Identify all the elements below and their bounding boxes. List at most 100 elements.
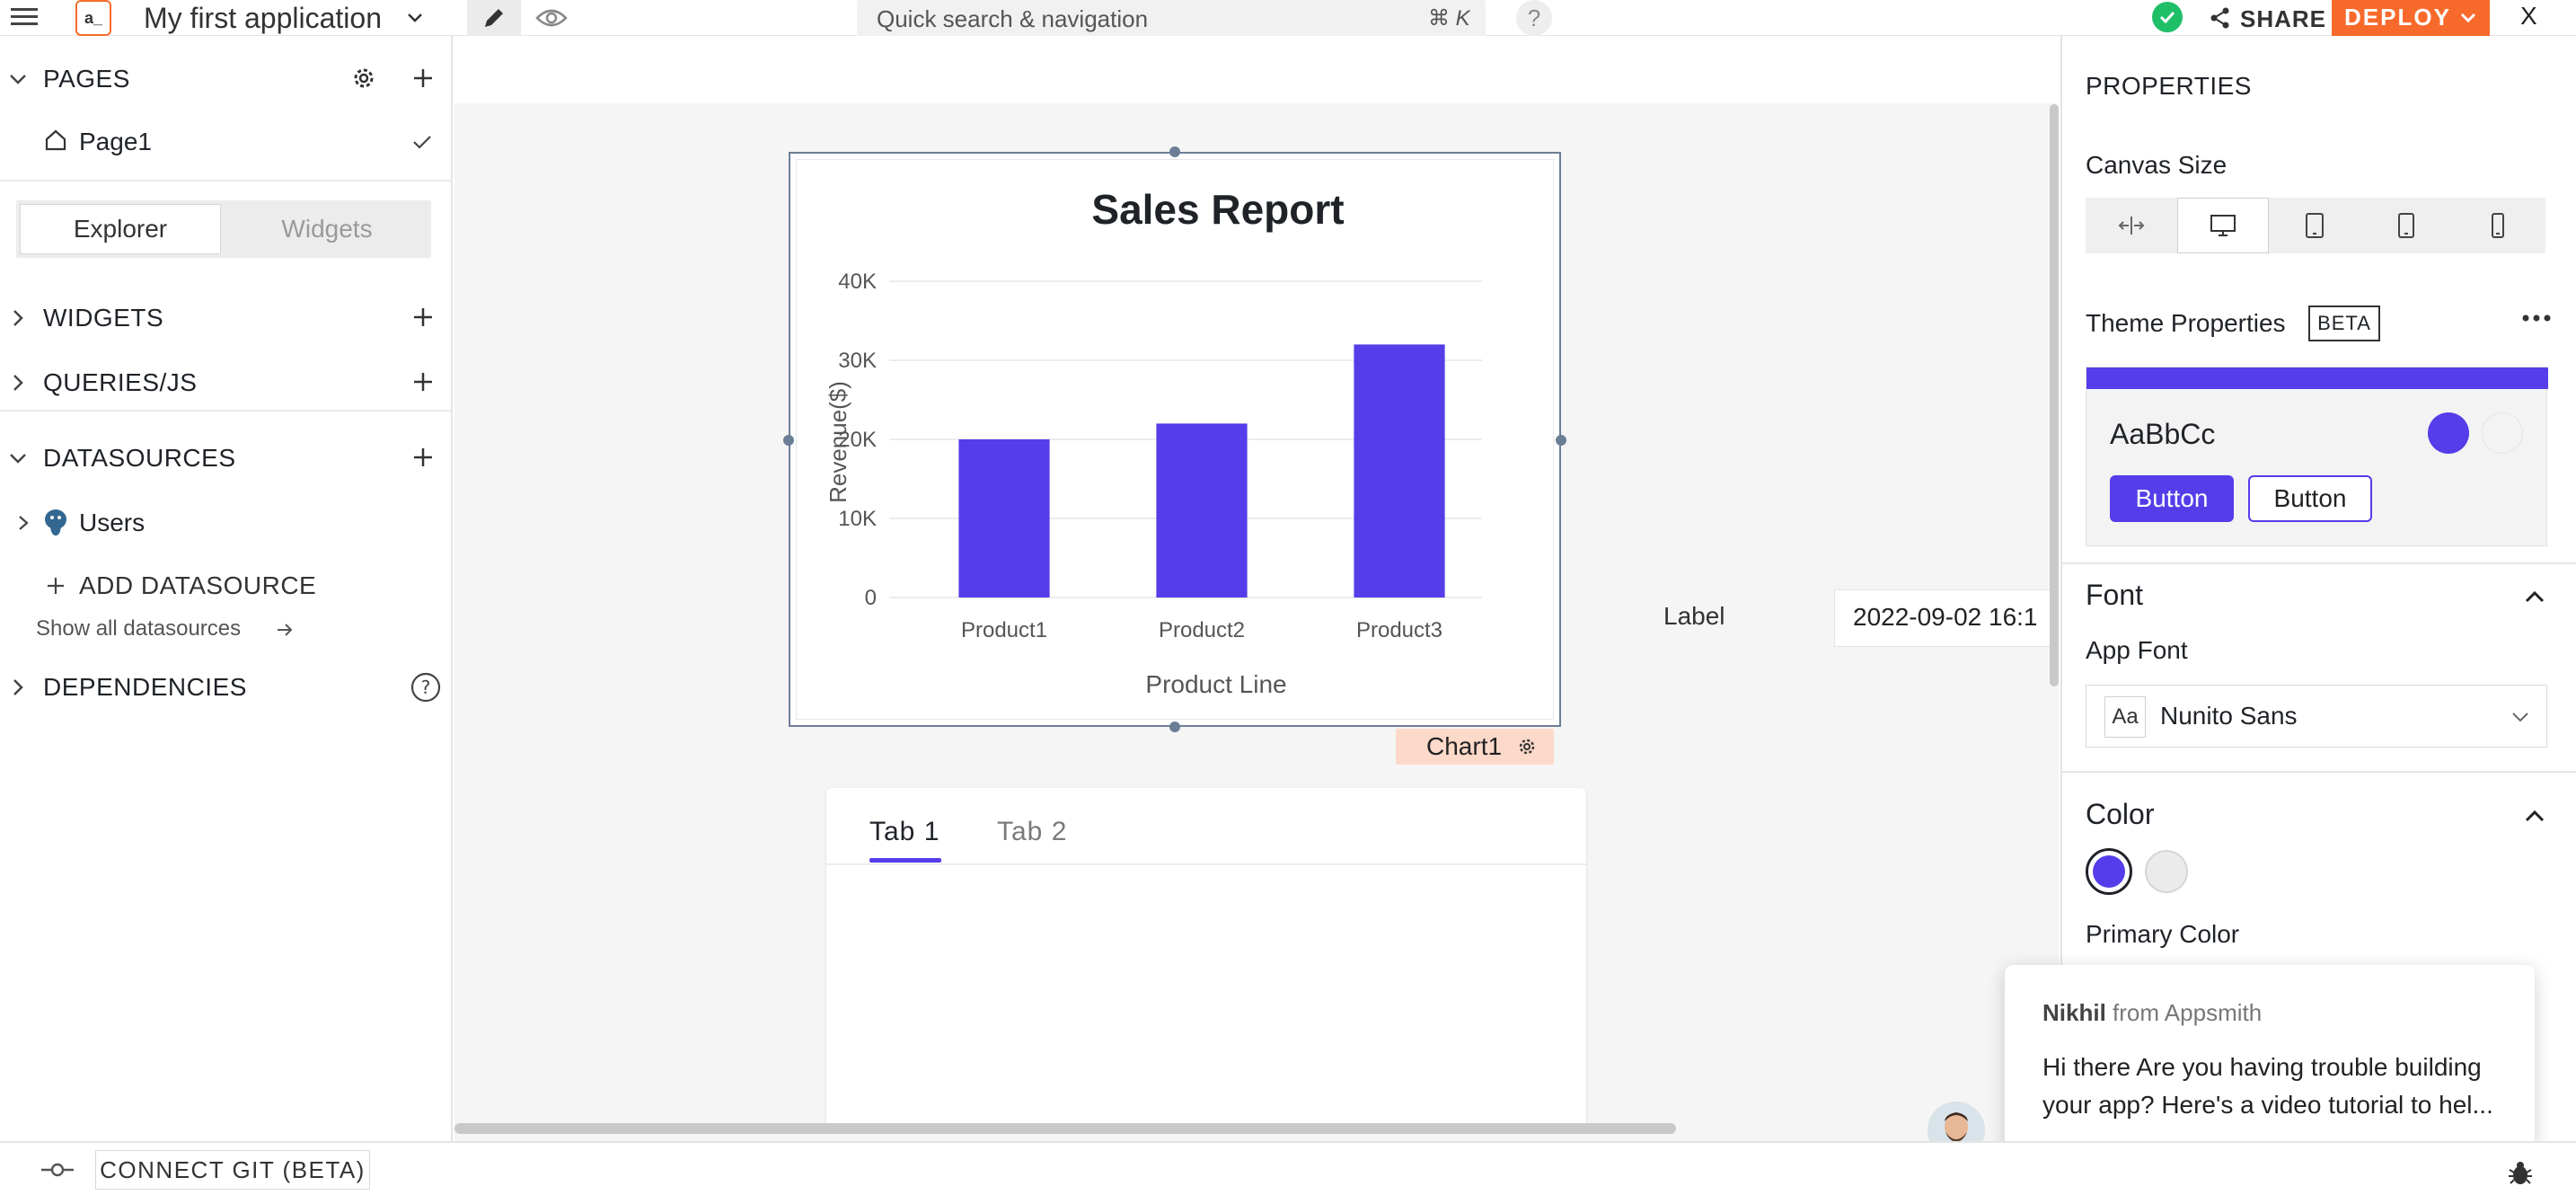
background-color-swatch[interactable]: [2145, 850, 2188, 893]
pages-section-header[interactable]: PAGES: [0, 52, 449, 106]
chat-sender: Nikhil from Appsmith: [2042, 999, 2262, 1027]
explorer-widgets-toggle: Explorer Widgets: [16, 200, 431, 258]
appsmith-logo[interactable]: a_: [75, 0, 111, 36]
explorer-sidebar: PAGES Page1 Explorer Widgets WIDGETS QUE…: [0, 36, 453, 1141]
app-font-select[interactable]: Aa Nunito Sans: [2086, 685, 2547, 748]
tab-widgets[interactable]: Widgets: [226, 204, 428, 254]
chevron-right-icon[interactable]: [14, 514, 32, 532]
chart-bar: [1156, 423, 1248, 598]
arrow-right-icon: [278, 624, 293, 636]
chevron-down-icon[interactable]: [7, 447, 29, 469]
tab-1[interactable]: Tab 1: [869, 817, 940, 847]
canvas-size-desktop[interactable]: [2177, 198, 2269, 253]
pencil-icon: [485, 9, 503, 27]
add-datasource-icon[interactable]: [410, 444, 437, 471]
bug-icon[interactable]: [2506, 1159, 2535, 1188]
chevron-down-icon[interactable]: [2509, 705, 2532, 729]
theme-color-band: [2086, 367, 2548, 389]
queries-section-header[interactable]: QUERIES/JS: [0, 356, 449, 410]
chart-x-tick-label: Product3: [1356, 618, 1442, 642]
resize-handle-top[interactable]: [1169, 146, 1180, 157]
chart-y-tick-label: 40K: [838, 270, 877, 294]
share-button[interactable]: SHARE: [2240, 5, 2326, 33]
tab-explorer[interactable]: Explorer: [20, 204, 221, 254]
chevron-down-icon[interactable]: [2457, 7, 2479, 29]
resize-handle-bottom[interactable]: [1169, 721, 1180, 732]
datepicker-input[interactable]: 2022-09-02 16:1: [1834, 589, 2059, 647]
hamburger-menu-icon[interactable]: [9, 2, 40, 32]
chart-x-tick-label: Product1: [961, 618, 1047, 642]
share-icon[interactable]: [2208, 5, 2233, 31]
tablet-icon: [2306, 213, 2324, 238]
divider: [2062, 562, 2576, 564]
canvas-size-fluid[interactable]: [2086, 198, 2177, 253]
search-placeholder: Quick search & navigation: [877, 5, 1149, 32]
vertical-scrollbar[interactable]: [2050, 104, 2059, 686]
app-font-value: Nunito Sans: [2160, 702, 2298, 730]
chevron-right-icon[interactable]: [7, 677, 29, 698]
postgres-icon: [45, 509, 66, 536]
widget-name-tag[interactable]: Chart1: [1396, 729, 1554, 765]
more-options-icon[interactable]: [2520, 309, 2553, 327]
search-shortcut: ⌘ K: [1428, 6, 1470, 31]
font-section-title[interactable]: Font: [2086, 579, 2143, 612]
resize-handle-left[interactable]: [783, 435, 794, 446]
chevron-right-icon[interactable]: [7, 372, 29, 394]
widget-name-label: Chart1: [1426, 732, 1503, 760]
help-button[interactable]: ?: [1516, 0, 1552, 36]
primary-color-swatch[interactable]: [2086, 848, 2132, 895]
page-item-page1[interactable]: Page1: [0, 115, 449, 169]
properties-title: PROPERTIES: [2086, 72, 2252, 100]
chat-message-popup[interactable]: Nikhil from Appsmith Hi there Are you ha…: [2005, 965, 2535, 1157]
tabs-widget[interactable]: Tab 1 Tab 2: [826, 788, 1586, 1129]
datasource-label: Users: [79, 509, 146, 536]
theme-background-swatch: [2482, 412, 2523, 454]
chevron-up-icon[interactable]: [2522, 584, 2547, 609]
widgets-section-header[interactable]: WIDGETS: [0, 291, 449, 345]
primary-color-fill: [2093, 855, 2125, 888]
divider: [2062, 771, 2576, 773]
canvas-size-tablet-landscape[interactable]: [2269, 198, 2360, 253]
datasources-title: DATASOURCES: [43, 444, 236, 472]
add-query-icon[interactable]: [410, 368, 437, 395]
gear-icon[interactable]: [350, 65, 377, 92]
horizontal-scrollbar[interactable]: [454, 1123, 1676, 1134]
chart-title: Sales Report: [1091, 186, 1344, 233]
dependencies-section-header[interactable]: DEPENDENCIES ?: [0, 660, 449, 714]
chevron-up-icon[interactable]: [2522, 803, 2547, 828]
theme-preview-text: AaBbCc: [2110, 418, 2216, 450]
deploy-button[interactable]: DEPLOY: [2332, 0, 2490, 36]
connect-git-button[interactable]: CONNECT GIT (BETA): [95, 1150, 370, 1190]
datasource-item-users[interactable]: Users: [0, 496, 449, 550]
chevron-down-icon[interactable]: [7, 68, 29, 90]
color-section-title[interactable]: Color: [2086, 798, 2154, 831]
theme-preview-secondary-button: Button: [2248, 475, 2372, 522]
add-page-icon[interactable]: [410, 65, 437, 92]
chat-sender-name: Nikhil: [2042, 999, 2106, 1026]
help-circle-icon[interactable]: ?: [410, 671, 442, 704]
canvas-size-mobile[interactable]: [2452, 198, 2544, 253]
app-name[interactable]: My first application: [144, 2, 382, 35]
datepicker-value: 2022-09-02 16:1: [1853, 603, 2038, 631]
edit-mode-button[interactable]: [467, 0, 521, 36]
add-datasource-button[interactable]: ADD DATASOURCE: [0, 557, 449, 611]
tablet-icon: [2398, 213, 2414, 238]
show-all-datasources-link[interactable]: Show all datasources: [0, 611, 449, 647]
view-mode-button[interactable]: [532, 0, 571, 36]
add-widget-icon[interactable]: [410, 304, 437, 331]
close-button[interactable]: X: [2520, 2, 2537, 31]
tab-2[interactable]: Tab 2: [997, 817, 1067, 847]
gear-icon[interactable]: [1516, 736, 1538, 757]
resize-handle-right[interactable]: [1556, 435, 1566, 446]
queries-title: QUERIES/JS: [43, 368, 198, 396]
theme-preview-card[interactable]: AaBbCc Button Button: [2086, 367, 2548, 546]
add-datasource-label: ADD DATASOURCE: [79, 571, 317, 599]
widgets-title: WIDGETS: [43, 304, 164, 332]
datasources-section-header[interactable]: DATASOURCES: [0, 431, 449, 485]
divider: [0, 180, 451, 181]
canvas-size-tablet[interactable]: [2360, 198, 2452, 253]
deploy-label: DEPLOY: [2344, 4, 2451, 31]
chevron-down-icon[interactable]: [404, 7, 426, 29]
chevron-right-icon[interactable]: [7, 307, 29, 329]
tabs-divider: [826, 863, 1586, 865]
